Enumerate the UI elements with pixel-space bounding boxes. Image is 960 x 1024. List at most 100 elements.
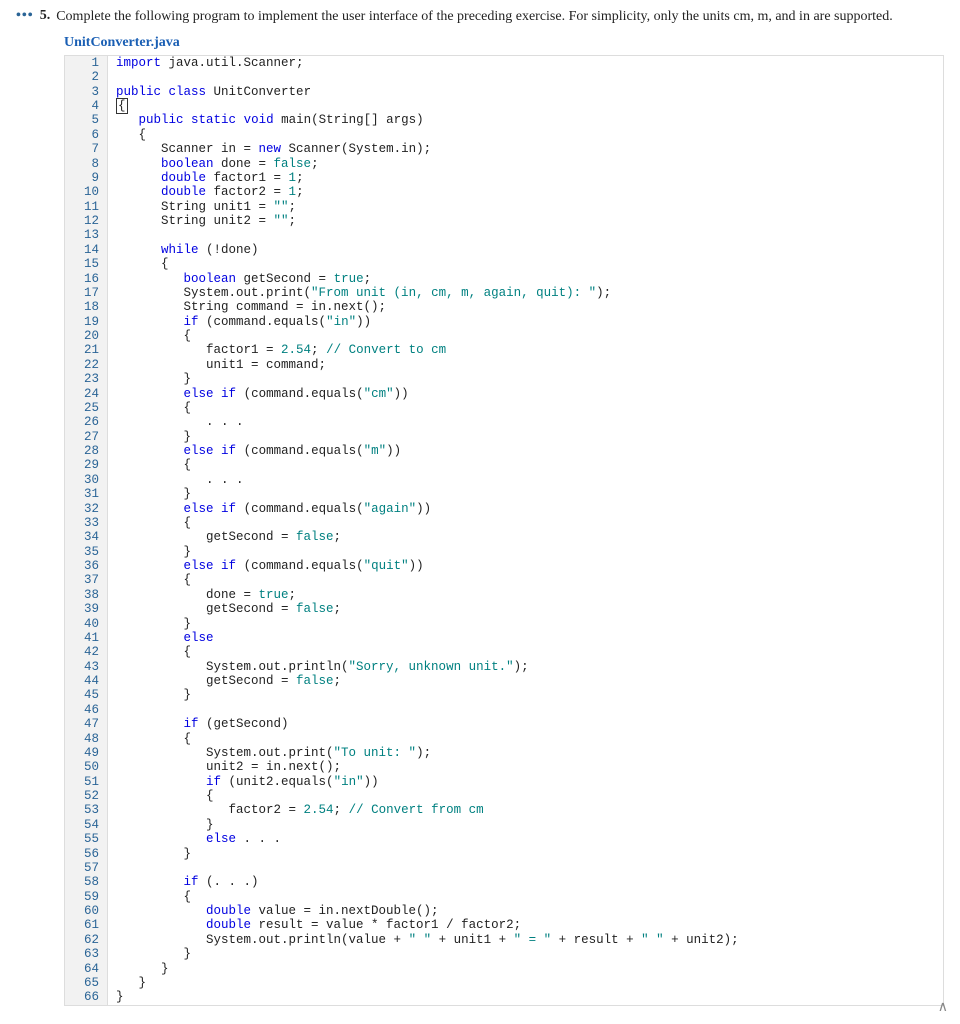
- line-source: else: [108, 631, 214, 645]
- line-source: }: [108, 976, 146, 990]
- line-source: done = true;: [108, 588, 296, 602]
- code-line: 23 }: [65, 372, 943, 386]
- line-source: [108, 861, 116, 875]
- code-line: 54 }: [65, 818, 943, 832]
- line-number: 63: [65, 947, 108, 961]
- line-source: {: [108, 458, 191, 472]
- line-number: 7: [65, 142, 108, 156]
- line-source: else if (command.equals("quit")): [108, 559, 424, 573]
- line-source: {: [108, 890, 191, 904]
- line-number: 27: [65, 430, 108, 444]
- line-number: 62: [65, 933, 108, 947]
- code-line: 36 else if (command.equals("quit")): [65, 559, 943, 573]
- line-number: 59: [65, 890, 108, 904]
- code-line: 27 }: [65, 430, 943, 444]
- line-source: if (unit2.equals("in")): [108, 775, 379, 789]
- line-source: {: [108, 257, 169, 271]
- line-number: 17: [65, 286, 108, 300]
- code-line: 50 unit2 = in.next();: [65, 760, 943, 774]
- line-number: 57: [65, 861, 108, 875]
- code-line: 25 {: [65, 401, 943, 415]
- line-number: 29: [65, 458, 108, 472]
- code-line: 5 public static void main(String[] args): [65, 113, 943, 127]
- code-line: 34 getSecond = false;: [65, 530, 943, 544]
- line-number: 46: [65, 703, 108, 717]
- code-line: 29 {: [65, 458, 943, 472]
- code-line: 31 }: [65, 487, 943, 501]
- code-line: 8 boolean done = false;: [65, 157, 943, 171]
- line-source: {: [108, 99, 128, 113]
- line-number: 41: [65, 631, 108, 645]
- line-number: 31: [65, 487, 108, 501]
- line-source: {: [108, 789, 214, 803]
- code-line: 33 {: [65, 516, 943, 530]
- line-number: 28: [65, 444, 108, 458]
- code-line: 16 boolean getSecond = true;: [65, 272, 943, 286]
- code-line: 17 System.out.print("From unit (in, cm, …: [65, 286, 943, 300]
- code-line: 35 }: [65, 545, 943, 559]
- line-source: getSecond = false;: [108, 530, 341, 544]
- line-source: Scanner in = new Scanner(System.in);: [108, 142, 431, 156]
- code-line: 57: [65, 861, 943, 875]
- line-number: 3: [65, 85, 108, 99]
- code-line: 21 factor1 = 2.54; // Convert to cm: [65, 343, 943, 357]
- line-number: 43: [65, 660, 108, 674]
- line-source: System.out.println("Sorry, unknown unit.…: [108, 660, 529, 674]
- line-source: }: [108, 372, 191, 386]
- line-number: 21: [65, 343, 108, 357]
- line-source: public static void main(String[] args): [108, 113, 424, 127]
- line-number: 37: [65, 573, 108, 587]
- line-number: 44: [65, 674, 108, 688]
- line-source: boolean done = false;: [108, 157, 319, 171]
- line-number: 38: [65, 588, 108, 602]
- line-number: 22: [65, 358, 108, 372]
- line-number: 10: [65, 185, 108, 199]
- line-number: 55: [65, 832, 108, 846]
- difficulty-dots: •••: [16, 8, 34, 24]
- code-line: 7 Scanner in = new Scanner(System.in);: [65, 142, 943, 156]
- line-number: 6: [65, 128, 108, 142]
- code-line: 60 double value = in.nextDouble();: [65, 904, 943, 918]
- line-number: 26: [65, 415, 108, 429]
- code-line: 11 String unit1 = "";: [65, 200, 943, 214]
- line-number: 34: [65, 530, 108, 544]
- line-source: {: [108, 516, 191, 530]
- code-line: 2: [65, 70, 943, 84]
- line-number: 20: [65, 329, 108, 343]
- code-line: 64 }: [65, 962, 943, 976]
- line-number: 61: [65, 918, 108, 932]
- line-number: 58: [65, 875, 108, 889]
- code-line: 19 if (command.equals("in")): [65, 315, 943, 329]
- code-line: 18 String command = in.next();: [65, 300, 943, 314]
- code-block: 1import java.util.Scanner;23public class…: [64, 55, 944, 1006]
- line-source: System.out.print("To unit: ");: [108, 746, 431, 760]
- code-line: 14 while (!done): [65, 243, 943, 257]
- problem-text: Complete the following program to implem…: [56, 8, 893, 27]
- line-source: }: [108, 487, 191, 501]
- line-source: getSecond = false;: [108, 674, 341, 688]
- code-line: 61 double result = value * factor1 / fac…: [65, 918, 943, 932]
- line-number: 30: [65, 473, 108, 487]
- line-number: 47: [65, 717, 108, 731]
- line-source: [108, 703, 116, 717]
- code-line: 38 done = true;: [65, 588, 943, 602]
- code-line: 66}: [65, 990, 943, 1004]
- line-number: 12: [65, 214, 108, 228]
- code-line: 62 System.out.println(value + " " + unit…: [65, 933, 943, 947]
- line-source: factor2 = 2.54; // Convert from cm: [108, 803, 484, 817]
- line-source: else if (command.equals("again")): [108, 502, 431, 516]
- line-number: 54: [65, 818, 108, 832]
- code-line: 41 else: [65, 631, 943, 645]
- line-source: String unit1 = "";: [108, 200, 296, 214]
- line-number: 56: [65, 847, 108, 861]
- line-source: unit2 = in.next();: [108, 760, 341, 774]
- line-number: 35: [65, 545, 108, 559]
- line-number: 52: [65, 789, 108, 803]
- code-line: 1import java.util.Scanner;: [65, 56, 943, 70]
- line-source: System.out.print("From unit (in, cm, m, …: [108, 286, 611, 300]
- code-line: 40 }: [65, 617, 943, 631]
- code-line: 46: [65, 703, 943, 717]
- scroll-up-icon[interactable]: ∧: [938, 999, 948, 1016]
- code-line: 26 . . .: [65, 415, 943, 429]
- line-source: unit1 = command;: [108, 358, 326, 372]
